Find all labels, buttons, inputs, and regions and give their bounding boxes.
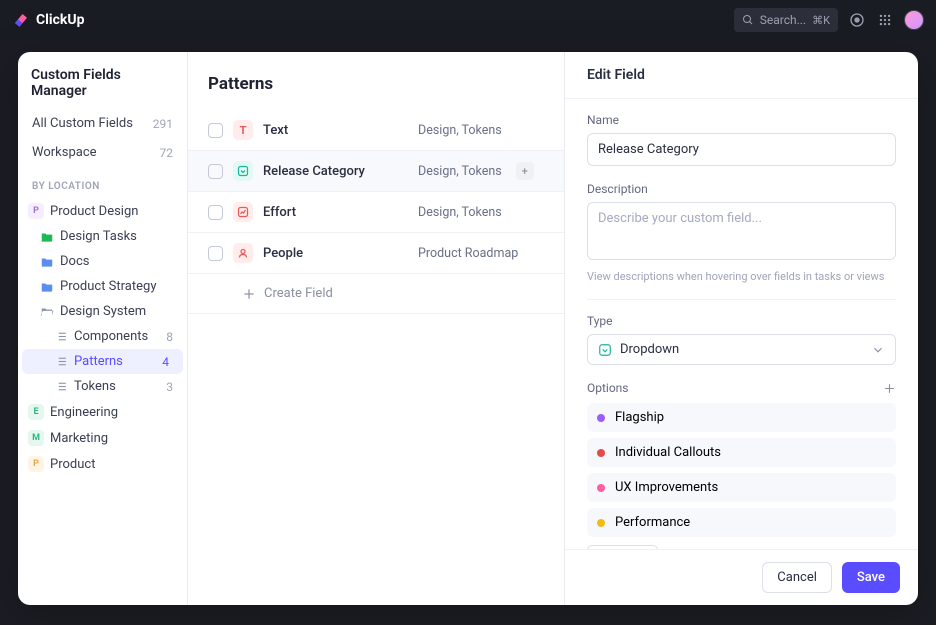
custom-fields-modal: Custom Fields Manager All Custom Fields … [18, 52, 918, 605]
user-avatar[interactable] [904, 10, 924, 30]
list-item[interactable]: Tokens3 [18, 374, 187, 399]
type-select[interactable]: Dropdown [587, 334, 896, 365]
apps-grid-icon[interactable] [876, 11, 894, 29]
name-label: Name [587, 113, 896, 127]
folder-item[interactable]: Product Strategy [18, 274, 187, 299]
folder-icon [40, 280, 54, 294]
dropdown-option[interactable]: Performance [587, 508, 896, 537]
space-item[interactable]: PProduct [18, 451, 187, 477]
modal-backdrop: Custom Fields Manager All Custom Fields … [0, 40, 936, 625]
sidebar-section-label: BY LOCATION [18, 167, 187, 198]
folder-item[interactable]: Docs [18, 249, 187, 274]
top-bar: ClickUp Search... ⌘K [0, 0, 936, 40]
folder-open-icon [40, 305, 54, 319]
fields-table: T Text Design, Tokens Release Category D… [188, 110, 564, 274]
brand-name: ClickUp [36, 12, 84, 28]
space-badge: E [28, 404, 44, 420]
page-title: Patterns [188, 52, 564, 110]
option-color-dot [597, 449, 605, 457]
row-checkbox[interactable] [208, 164, 223, 179]
space-badge: P [28, 203, 44, 219]
save-button[interactable]: Save [842, 562, 900, 593]
list-icon [54, 380, 68, 394]
field-row[interactable]: People Product Roadmap [188, 233, 564, 274]
folder-icon [40, 255, 54, 269]
create-field-button[interactable]: Create Field [188, 274, 564, 314]
search-shortcut: ⌘K [812, 14, 830, 27]
space-item[interactable]: MMarketing [18, 425, 187, 451]
edit-field-panel: Edit Field Name Description View descrip… [564, 52, 918, 605]
option-label: Individual Callouts [615, 445, 721, 460]
folder-item[interactable]: Design Tasks [18, 224, 187, 249]
plus-icon [242, 287, 256, 301]
main-panel: Patterns T Text Design, Tokens Release C… [188, 52, 564, 605]
sidebar-all-fields[interactable]: All Custom Fields 291 [18, 109, 187, 138]
divider [587, 299, 896, 300]
field-name: Release Category [263, 164, 408, 179]
option-label: Performance [615, 515, 690, 530]
more-locations-badge[interactable]: + [516, 162, 534, 180]
option-color-dot [597, 414, 605, 422]
dropdown-option[interactable]: Flagship [587, 403, 896, 432]
field-locations: Design, Tokens [418, 164, 502, 179]
sidebar: Custom Fields Manager All Custom Fields … [18, 52, 188, 605]
field-locations: Design, Tokens [418, 205, 502, 220]
search-placeholder: Search... [760, 13, 806, 27]
field-locations: Product Roadmap [418, 246, 518, 261]
field-type-icon [233, 243, 253, 263]
space-item[interactable]: EEngineering [18, 399, 187, 425]
dropdown-type-icon [598, 343, 612, 357]
name-input[interactable] [587, 133, 896, 166]
description-input[interactable] [587, 202, 896, 260]
space-item[interactable]: PProduct Design [18, 198, 187, 224]
clickup-logo-icon [12, 11, 30, 29]
field-type-icon [233, 202, 253, 222]
field-name: Effort [263, 205, 408, 220]
list-icon [54, 355, 68, 369]
list-icon [54, 330, 68, 344]
space-badge: M [28, 430, 44, 446]
option-label: Flagship [615, 410, 664, 425]
field-locations: Design, Tokens [418, 123, 502, 138]
field-name: Text [263, 123, 408, 138]
add-option-plus-icon[interactable] [883, 382, 896, 395]
global-search[interactable]: Search... ⌘K [734, 8, 838, 32]
sidebar-workspace[interactable]: Workspace 72 [18, 138, 187, 167]
row-checkbox[interactable] [208, 123, 223, 138]
field-type-icon [233, 161, 253, 181]
chevron-down-icon [871, 343, 885, 357]
option-color-dot [597, 484, 605, 492]
option-label: UX Improvements [615, 480, 718, 495]
field-row[interactable]: T Text Design, Tokens [188, 110, 564, 151]
options-label: Options [587, 381, 629, 395]
cancel-button[interactable]: Cancel [762, 562, 832, 593]
description-hint: View descriptions when hovering over fie… [587, 270, 896, 283]
row-checkbox[interactable] [208, 205, 223, 220]
folder-item[interactable]: Design System [18, 299, 187, 324]
field-name: People [263, 246, 408, 261]
description-label: Description [587, 182, 896, 196]
record-icon[interactable] [848, 11, 866, 29]
type-label: Type [587, 314, 896, 328]
folder-icon [40, 230, 54, 244]
field-row[interactable]: Effort Design, Tokens [188, 192, 564, 233]
panel-title: Edit Field [565, 52, 918, 99]
field-type-icon: T [233, 120, 253, 140]
option-color-dot [597, 519, 605, 527]
space-badge: P [28, 456, 44, 472]
row-checkbox[interactable] [208, 246, 223, 261]
field-row[interactable]: Release Category Design, Tokens + [188, 151, 564, 192]
dropdown-option[interactable]: UX Improvements [587, 473, 896, 502]
sidebar-title: Custom Fields Manager [18, 52, 187, 109]
dropdown-option[interactable]: Individual Callouts [587, 438, 896, 467]
list-item[interactable]: Components8 [18, 324, 187, 349]
list-item[interactable]: Patterns4 [22, 349, 183, 374]
